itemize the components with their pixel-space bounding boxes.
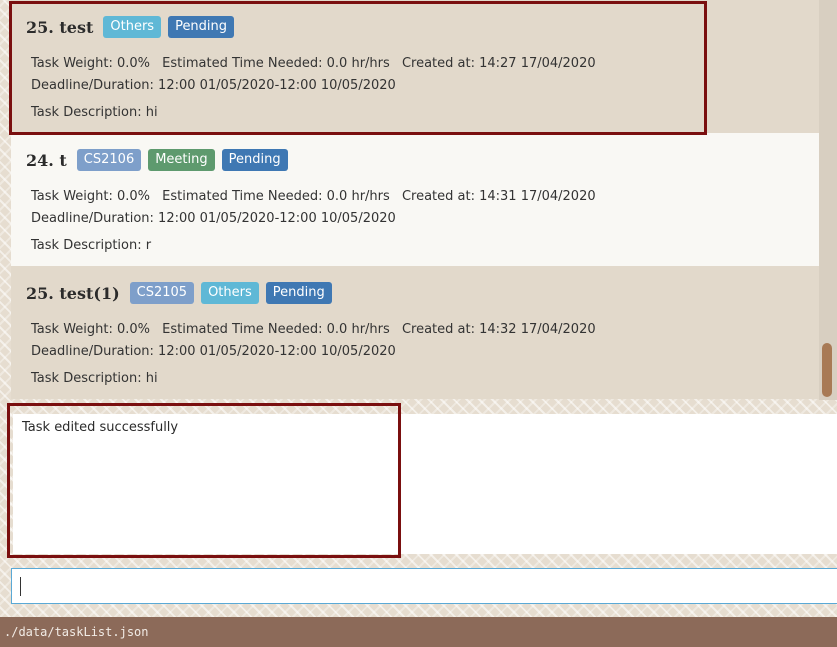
task-time-needed: Estimated Time Needed: 0.0 hr/hrs [162, 189, 390, 204]
status-badge: Pending [221, 149, 288, 171]
task-time-needed: Estimated Time Needed: 0.0 hr/hrs [162, 322, 390, 337]
result-message: Task edited successfully [22, 420, 179, 435]
tag-badge: Meeting [148, 149, 215, 171]
tag-badge: CS2105 [129, 282, 195, 304]
task-weight: Task Weight: 0.0% [31, 322, 151, 337]
task-time-needed: Estimated Time Needed: 0.0 hr/hrs [162, 56, 390, 71]
result-display: Task edited successfully [13, 414, 837, 554]
task-title: 24. t [26, 150, 67, 170]
text-caret [20, 577, 21, 596]
tag-badge: Others [201, 282, 259, 304]
task-description: Task Description: hi [31, 371, 158, 386]
task-card[interactable]: 25. test(1) CS2105 Others Pending Task W… [11, 266, 819, 399]
task-created: Created at: 14:32 17/04/2020 [401, 322, 596, 337]
task-title: 25. test [26, 17, 94, 37]
task-deadline: Deadline/Duration: 12:00 01/05/2020-12:0… [31, 344, 396, 359]
status-badge: Pending [265, 282, 332, 304]
task-meta: Task Weight: 0.0% Estimated Time Needed:… [31, 56, 604, 71]
task-list-scrollbar[interactable] [819, 0, 837, 400]
status-badge: Pending [168, 16, 235, 38]
task-description: Task Description: r [31, 238, 152, 253]
task-weight: Task Weight: 0.0% [31, 56, 151, 71]
tag-badge: Others [103, 16, 162, 38]
status-bar: ./data/taskList.json [0, 617, 837, 647]
task-description: Task Description: hi [31, 105, 158, 120]
task-card[interactable]: 25. test Others Pending Task Weight: 0.0… [11, 0, 819, 133]
task-deadline: Deadline/Duration: 12:00 01/05/2020-12:0… [31, 78, 396, 93]
task-header: 25. test Others Pending [26, 15, 241, 39]
scrollbar-thumb[interactable] [822, 343, 832, 397]
task-weight: Task Weight: 0.0% [31, 189, 151, 204]
task-meta: Task Weight: 0.0% Estimated Time Needed:… [31, 189, 604, 204]
task-header: 24. t CS2106 Meeting Pending [26, 148, 295, 172]
task-created: Created at: 14:31 17/04/2020 [401, 189, 596, 204]
task-header: 25. test(1) CS2105 Others Pending [26, 281, 339, 305]
task-created: Created at: 14:27 17/04/2020 [401, 56, 596, 71]
task-deadline: Deadline/Duration: 12:00 01/05/2020-12:0… [31, 211, 396, 226]
task-title: 25. test(1) [26, 283, 120, 303]
tag-badge: CS2106 [76, 149, 142, 171]
task-meta: Task Weight: 0.0% Estimated Time Needed:… [31, 322, 604, 337]
task-card[interactable]: 24. t CS2106 Meeting Pending Task Weight… [11, 133, 819, 266]
command-input[interactable] [11, 568, 837, 604]
task-list[interactable]: 25. test Others Pending Task Weight: 0.0… [11, 0, 819, 400]
file-path: ./data/taskList.json [4, 625, 149, 639]
